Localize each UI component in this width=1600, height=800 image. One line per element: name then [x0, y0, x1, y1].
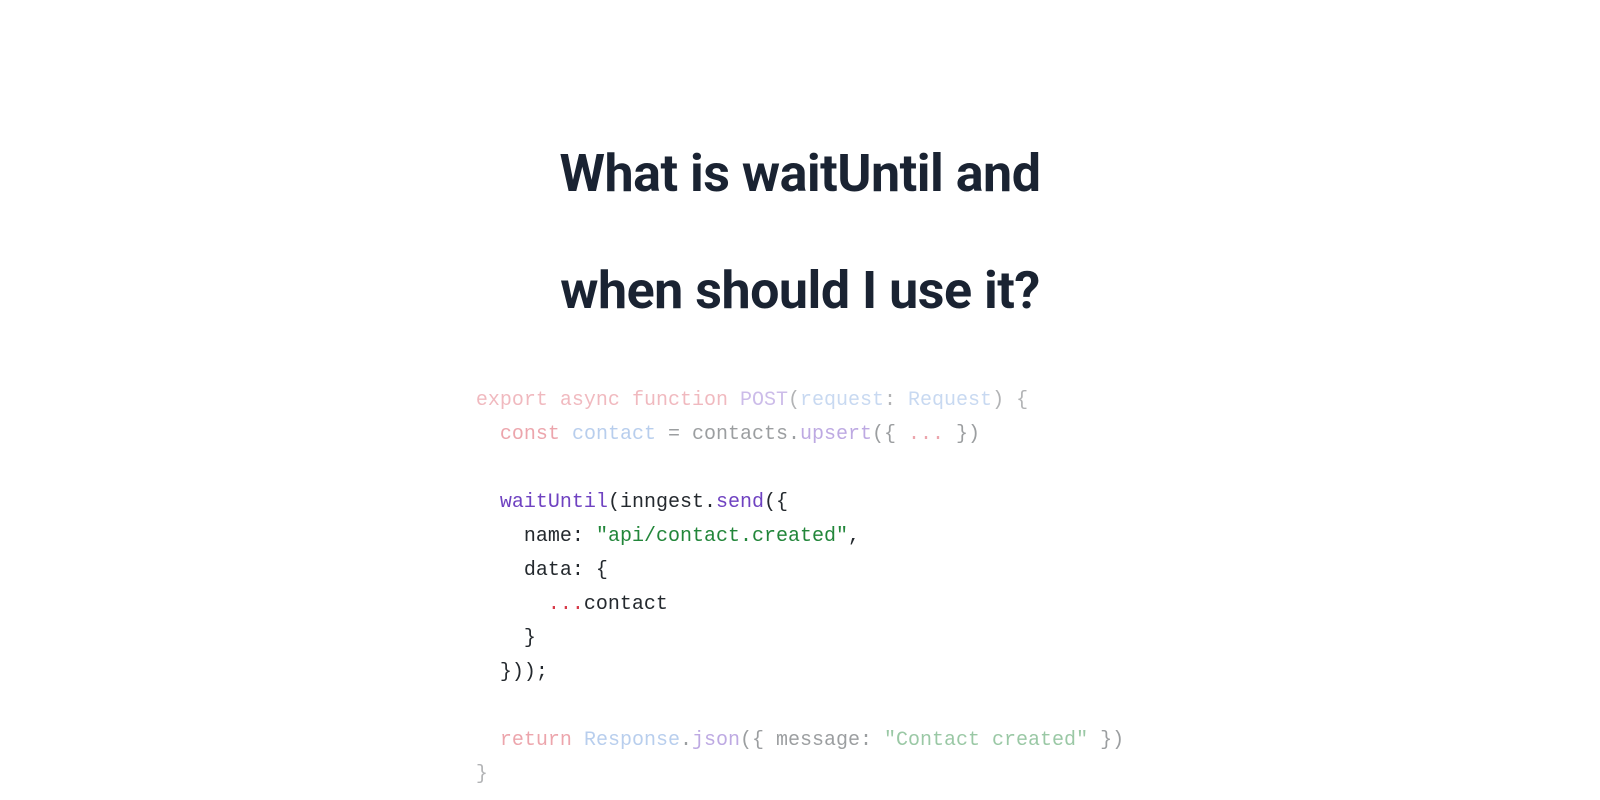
title-line-2: when should I use it?: [560, 260, 1039, 321]
code-token: [476, 525, 524, 548]
code-token: :: [572, 525, 596, 548]
code-token: POST: [740, 389, 788, 412]
code-token: [560, 423, 572, 446]
code-token: (: [788, 389, 800, 412]
code-token: [548, 389, 560, 412]
code-token: =: [656, 423, 692, 446]
code-token: ...: [908, 423, 944, 446]
code-token: "api/contact.created": [596, 525, 848, 548]
code-token: [476, 559, 524, 582]
code-token: data: [524, 559, 572, 582]
code-token: function: [632, 389, 728, 412]
code-token: }): [944, 423, 980, 446]
code-token: "Contact created": [884, 729, 1088, 752]
code-token: ...: [548, 593, 584, 616]
code-token: [476, 423, 500, 446]
code-token: upsert: [800, 423, 872, 446]
code-token: ,: [848, 525, 860, 548]
code-token: [476, 593, 548, 616]
code-token: }): [1088, 729, 1124, 752]
code-token: {: [1004, 389, 1028, 412]
code-token: ({: [764, 491, 788, 514]
code-token: [476, 491, 500, 514]
code-token: json: [692, 729, 740, 752]
code-token: :: [860, 729, 884, 752]
code-token: contacts: [692, 423, 788, 446]
code-snippet: export async function POST(request: Requ…: [476, 384, 1124, 792]
code-token: async: [560, 389, 620, 412]
code-token: Request: [908, 389, 992, 412]
code-token: ({: [740, 729, 776, 752]
code-token: inngest: [620, 491, 704, 514]
code-token: send: [716, 491, 764, 514]
code-token: ): [992, 389, 1004, 412]
code-token: .: [680, 729, 692, 752]
article-title: What is waitUntil and when should I use …: [560, 115, 1041, 349]
code-token: .: [788, 423, 800, 446]
code-token: [728, 389, 740, 412]
code-token: : {: [572, 559, 608, 582]
code-token: message: [776, 729, 860, 752]
title-line-1: What is waitUntil and: [560, 143, 1041, 204]
code-token: (: [608, 491, 620, 514]
code-token: ({: [872, 423, 908, 446]
code-token: :: [884, 389, 908, 412]
code-token: }));: [476, 661, 548, 684]
code-token: [620, 389, 632, 412]
code-token: }: [476, 763, 488, 786]
code-token: [572, 729, 584, 752]
code-token: request: [800, 389, 884, 412]
code-token: contact: [584, 593, 668, 616]
code-token: .: [704, 491, 716, 514]
code-token: return: [500, 729, 572, 752]
code-token: const: [500, 423, 560, 446]
code-token: waitUntil: [500, 491, 608, 514]
code-token: contact: [572, 423, 656, 446]
code-token: [476, 729, 500, 752]
code-token: export: [476, 389, 548, 412]
code-token: name: [524, 525, 572, 548]
code-token: }: [476, 627, 536, 650]
code-token: Response: [584, 729, 680, 752]
